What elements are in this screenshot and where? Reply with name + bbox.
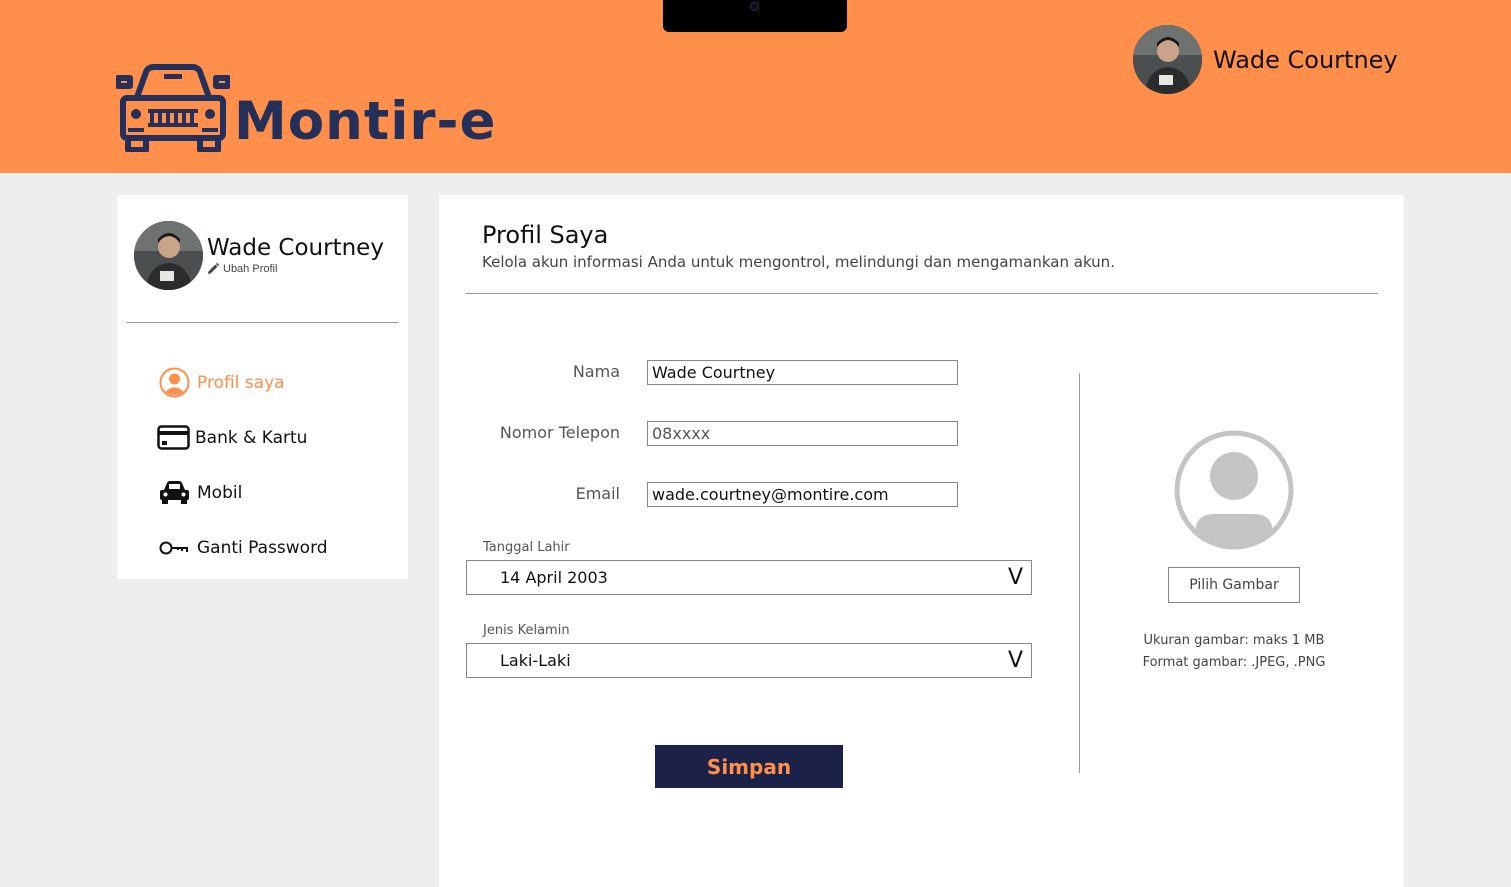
image-format-note: Format gambar: .JPEG, .PNG: [1142, 655, 1326, 670]
birthdate-value: 14 April 2003: [500, 568, 608, 587]
sidebar-item-profil-saya[interactable]: Profil saya: [159, 355, 328, 410]
pencil-icon: [208, 263, 219, 275]
credit-card-icon: [157, 425, 190, 450]
title-divider: [466, 293, 1378, 294]
save-button[interactable]: Simpan: [655, 745, 843, 788]
vertical-divider: [1079, 373, 1080, 773]
profile-panel: Profil Saya Kelola akun informasi Anda u…: [439, 195, 1404, 887]
brand-name: Montir-e: [234, 91, 497, 152]
sidebar-item-label: Mobil: [197, 482, 243, 503]
sidebar-item-ganti-password[interactable]: Ganti Password: [159, 520, 328, 575]
avatar: [1133, 25, 1202, 94]
phone-field[interactable]: 08xxxx: [647, 421, 958, 446]
choose-image-button[interactable]: Pilih Gambar: [1168, 567, 1300, 603]
sidebar-user: Wade Courtney Ubah Profil: [134, 221, 384, 290]
sidebar-item-label: Bank & Kartu: [195, 427, 308, 448]
key-icon: [159, 541, 188, 554]
brand-logo[interactable]: Montir-e: [116, 60, 496, 152]
user-placeholder-icon: [1174, 430, 1294, 550]
sidebar-item-label: Profil saya: [197, 372, 285, 393]
avatar: [134, 221, 203, 290]
email-label: Email: [575, 484, 620, 503]
user-circle-icon: [159, 367, 190, 398]
name-label: Nama: [572, 362, 620, 381]
chevron-down-icon: V: [1007, 648, 1023, 673]
profile-picture-placeholder: [1174, 430, 1294, 555]
user-photo-icon: [1133, 25, 1202, 94]
sidebar: Wade Courtney Ubah Profil Profil saya Ba…: [117, 195, 408, 579]
sidebar-item-bank-kartu[interactable]: Bank & Kartu: [157, 410, 328, 465]
camera-notch: [663, 0, 847, 32]
email-field[interactable]: wade.courtney@montire.com: [647, 482, 958, 507]
sidebar-menu: Profil saya Bank & Kartu Mobil Ganti Pas…: [157, 355, 328, 575]
phone-label: Nomor Telepon: [499, 423, 620, 442]
birthdate-select[interactable]: 14 April 2003 V: [466, 560, 1032, 595]
sidebar-item-label: Ganti Password: [197, 537, 328, 558]
car-front-logo-icon: [116, 64, 230, 152]
sidebar-divider: [127, 322, 398, 323]
camera-icon: [750, 2, 759, 11]
image-size-note: Ukuran gambar: maks 1 MB: [1143, 633, 1325, 648]
name-field[interactable]: Wade Courtney: [647, 360, 958, 385]
top-header: Montir-e Wade Courtney: [0, 0, 1511, 173]
gender-value: Laki-Laki: [500, 651, 571, 670]
header-user-name: Wade Courtney: [1213, 45, 1398, 74]
birthdate-label: Tanggal Lahir: [483, 540, 570, 555]
sidebar-item-mobil[interactable]: Mobil: [159, 465, 328, 520]
page-title: Profil Saya: [482, 221, 609, 249]
page-subtitle: Kelola akun informasi Anda untuk mengont…: [482, 253, 1115, 271]
car-icon: [160, 481, 189, 504]
user-photo-icon: [134, 221, 203, 290]
edit-profile-link[interactable]: Ubah Profil: [207, 263, 384, 275]
header-user-menu[interactable]: Wade Courtney: [1133, 25, 1398, 94]
gender-select[interactable]: Laki-Laki V: [466, 643, 1032, 678]
sidebar-user-name: Wade Courtney: [207, 234, 384, 261]
edit-profile-label: Ubah Profil: [223, 263, 278, 276]
gender-label: Jenis Kelamin: [483, 623, 570, 638]
chevron-down-icon: V: [1007, 565, 1023, 590]
